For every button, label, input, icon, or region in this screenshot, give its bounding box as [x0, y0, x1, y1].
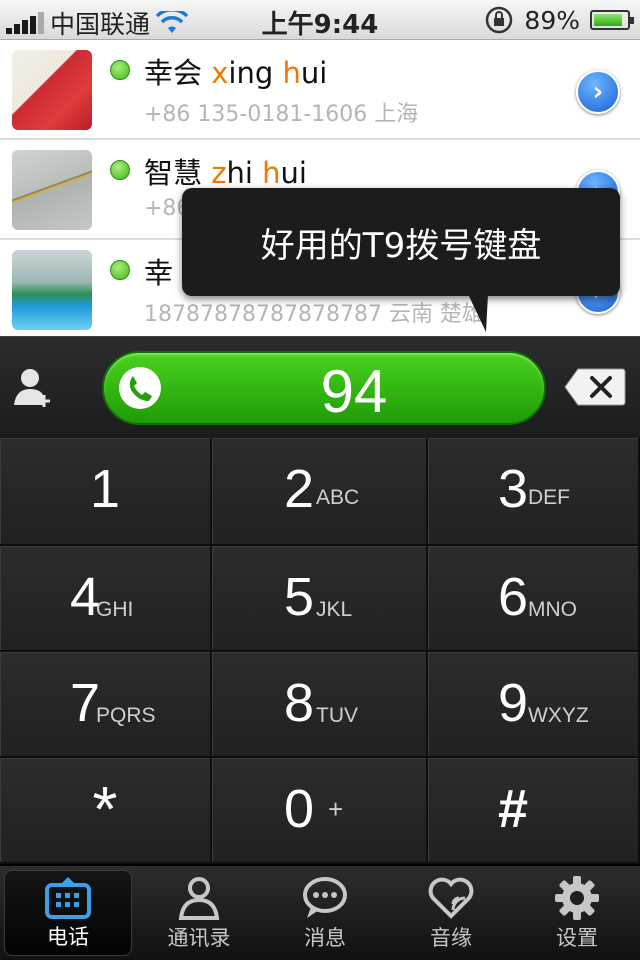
call-button[interactable]: 94	[102, 351, 546, 425]
pinyin-match: z	[211, 156, 227, 190]
key-3[interactable]: 3 DEF	[428, 438, 640, 546]
key-9[interactable]: 9 WXYZ	[428, 652, 640, 758]
pinyin-match: x	[211, 56, 229, 90]
contact-name: 幸	[144, 256, 174, 290]
tab-yinyuan[interactable]: 音缘	[388, 866, 514, 960]
pinyin-text: ui	[280, 156, 307, 190]
online-status-icon	[110, 260, 130, 280]
dialed-number: 94	[320, 358, 388, 425]
contact-name: 幸会 xing hui	[144, 56, 328, 90]
tab-contacts[interactable]: 通讯录	[136, 866, 262, 960]
pinyin-match: h	[282, 56, 301, 90]
dialpad-icon	[45, 877, 91, 919]
chevron-right-icon[interactable]: ›	[576, 70, 620, 114]
avatar	[12, 250, 92, 330]
pinyin-text: hi	[226, 156, 263, 190]
status-bar: 中国联通 上午9:44 89%	[0, 0, 640, 40]
feature-tooltip: 好用的T9拨号键盘	[182, 188, 620, 332]
battery-percent: 89%	[524, 5, 580, 35]
phone-icon	[119, 367, 161, 409]
tab-phone[interactable]: 电话	[4, 870, 132, 956]
tab-label: 设置	[556, 926, 598, 950]
contacts-icon	[178, 877, 220, 920]
key-6[interactable]: 6 MNO	[428, 546, 640, 652]
tab-messages[interactable]: 消息	[262, 866, 388, 960]
tab-label: 电话	[47, 925, 89, 949]
pinyin-text: ui	[300, 56, 328, 90]
pinyin-text: ing	[228, 56, 283, 90]
online-status-icon	[110, 60, 130, 80]
battery-icon	[590, 10, 634, 30]
heart-wave-icon	[428, 877, 474, 919]
contact-row[interactable]: 幸会 xing hui +86 135-0181-1606 上海 ›	[0, 40, 640, 140]
tab-label: 音缘	[430, 926, 472, 950]
rotation-lock-icon	[486, 6, 513, 34]
key-hash[interactable]: #	[428, 758, 640, 864]
tab-label: 通讯录	[167, 926, 231, 950]
contact-detail: +86 135-0181-1606 上海	[144, 102, 419, 127]
online-status-icon	[110, 160, 130, 180]
tab-settings[interactable]: 设置	[514, 866, 640, 960]
add-contact-icon[interactable]	[14, 367, 54, 409]
tab-label: 消息	[304, 926, 346, 950]
t9-keypad: 1 2 ABC 3 DEF 4 GHI 5 JKL 6 MNO 7 PQRS 8 TUV 9W…	[0, 438, 640, 864]
message-icon	[303, 877, 347, 918]
tab-bar: 电话 通讯录 消息 音缘 设置	[0, 864, 640, 960]
backspace-button[interactable]	[564, 367, 626, 407]
gear-icon	[555, 876, 599, 920]
contact-name: 智慧 zhi hui	[144, 156, 307, 190]
avatar	[12, 50, 92, 130]
contact-detail: 18787878787878787 云南 楚雄	[144, 302, 484, 327]
avatar	[12, 150, 92, 230]
dial-bar: 94	[0, 336, 640, 438]
pinyin-match: h	[262, 156, 281, 190]
